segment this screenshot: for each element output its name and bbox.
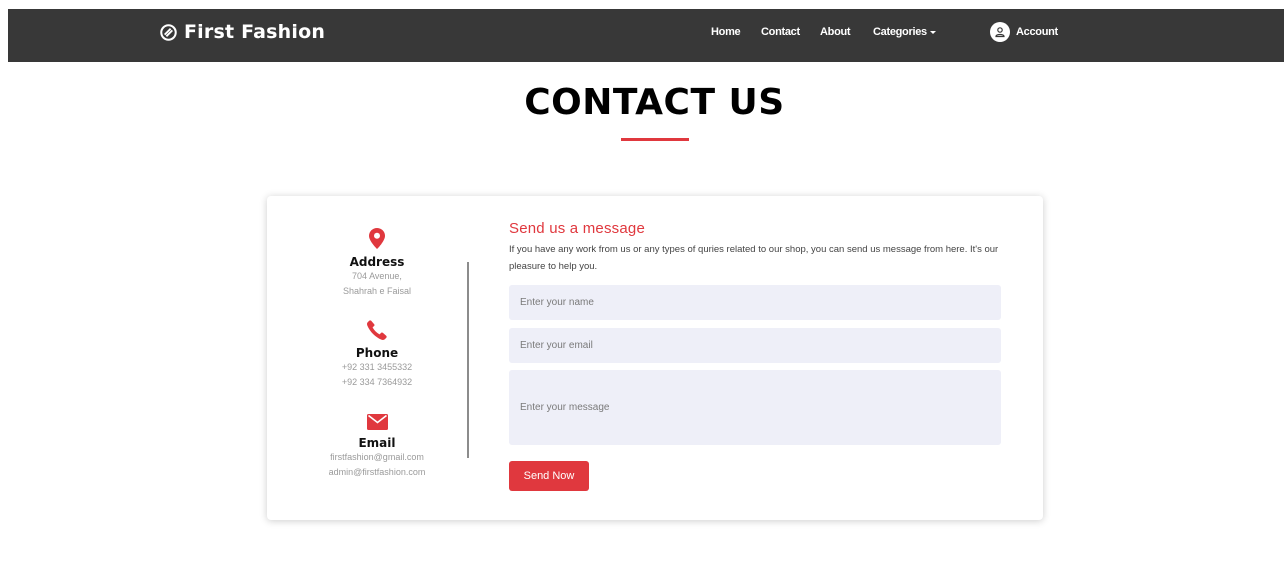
account-label: Account: [1016, 26, 1058, 38]
message-textarea[interactable]: [509, 370, 1001, 445]
nav-link-contact[interactable]: Contact: [761, 26, 800, 38]
page-title: CONTACT US: [524, 82, 785, 123]
brand-logo[interactable]: First Fashion: [160, 21, 325, 43]
contact-card: Address 704 Avenue, Shahrah e Faisal Pho…: [267, 196, 1043, 520]
message-form-header: Send us a message If you have any work f…: [509, 220, 1003, 275]
name-input[interactable]: [509, 285, 1001, 320]
email-input[interactable]: [509, 328, 1001, 363]
send-now-button[interactable]: Send Now: [509, 461, 589, 491]
form-title: Send us a message: [509, 220, 645, 237]
nav-link-categories-label: Categories: [873, 26, 927, 38]
contact-address: Address 704 Avenue, Shahrah e Faisal: [267, 228, 487, 299]
form-description: If you have any work from us or any type…: [509, 244, 999, 272]
map-pin-icon: [267, 228, 487, 249]
navbar: First Fashion Home Contact About Categor…: [8, 9, 1284, 62]
caret-down-icon: [929, 30, 936, 34]
phone-heading: Phone: [355, 346, 399, 360]
phone-line-1: +92 331 3455332: [341, 362, 413, 372]
email-line-1: firstfashion@gmail.com: [330, 452, 424, 462]
nav-link-about[interactable]: About: [820, 26, 851, 38]
account-button[interactable]: Account: [990, 22, 1058, 42]
vertical-divider: [467, 262, 469, 458]
brand-icon: [160, 23, 177, 41]
phone-icon: [267, 320, 487, 340]
nav-link-home[interactable]: Home: [711, 26, 741, 38]
envelope-icon: [267, 414, 487, 430]
nav-link-categories[interactable]: Categories: [873, 26, 936, 38]
contact-email: Email firstfashion@gmail.com admin@first…: [267, 414, 487, 480]
address-line-1: 704 Avenue,: [352, 271, 402, 281]
user-icon: [990, 22, 1010, 42]
address-heading: Address: [349, 255, 405, 269]
contact-phone: Phone +92 331 3455332 +92 334 7364932: [267, 320, 487, 390]
email-heading: Email: [358, 436, 396, 450]
address-line-2: Shahrah e Faisal: [342, 286, 412, 296]
contact-page: First Fashion Home Contact About Categor…: [0, 0, 1284, 582]
phone-line-2: +92 334 7364932: [341, 377, 413, 387]
email-line-2: admin@firstfashion.com: [328, 467, 426, 477]
title-underline: [621, 138, 689, 141]
brand-name: First Fashion: [184, 21, 326, 43]
